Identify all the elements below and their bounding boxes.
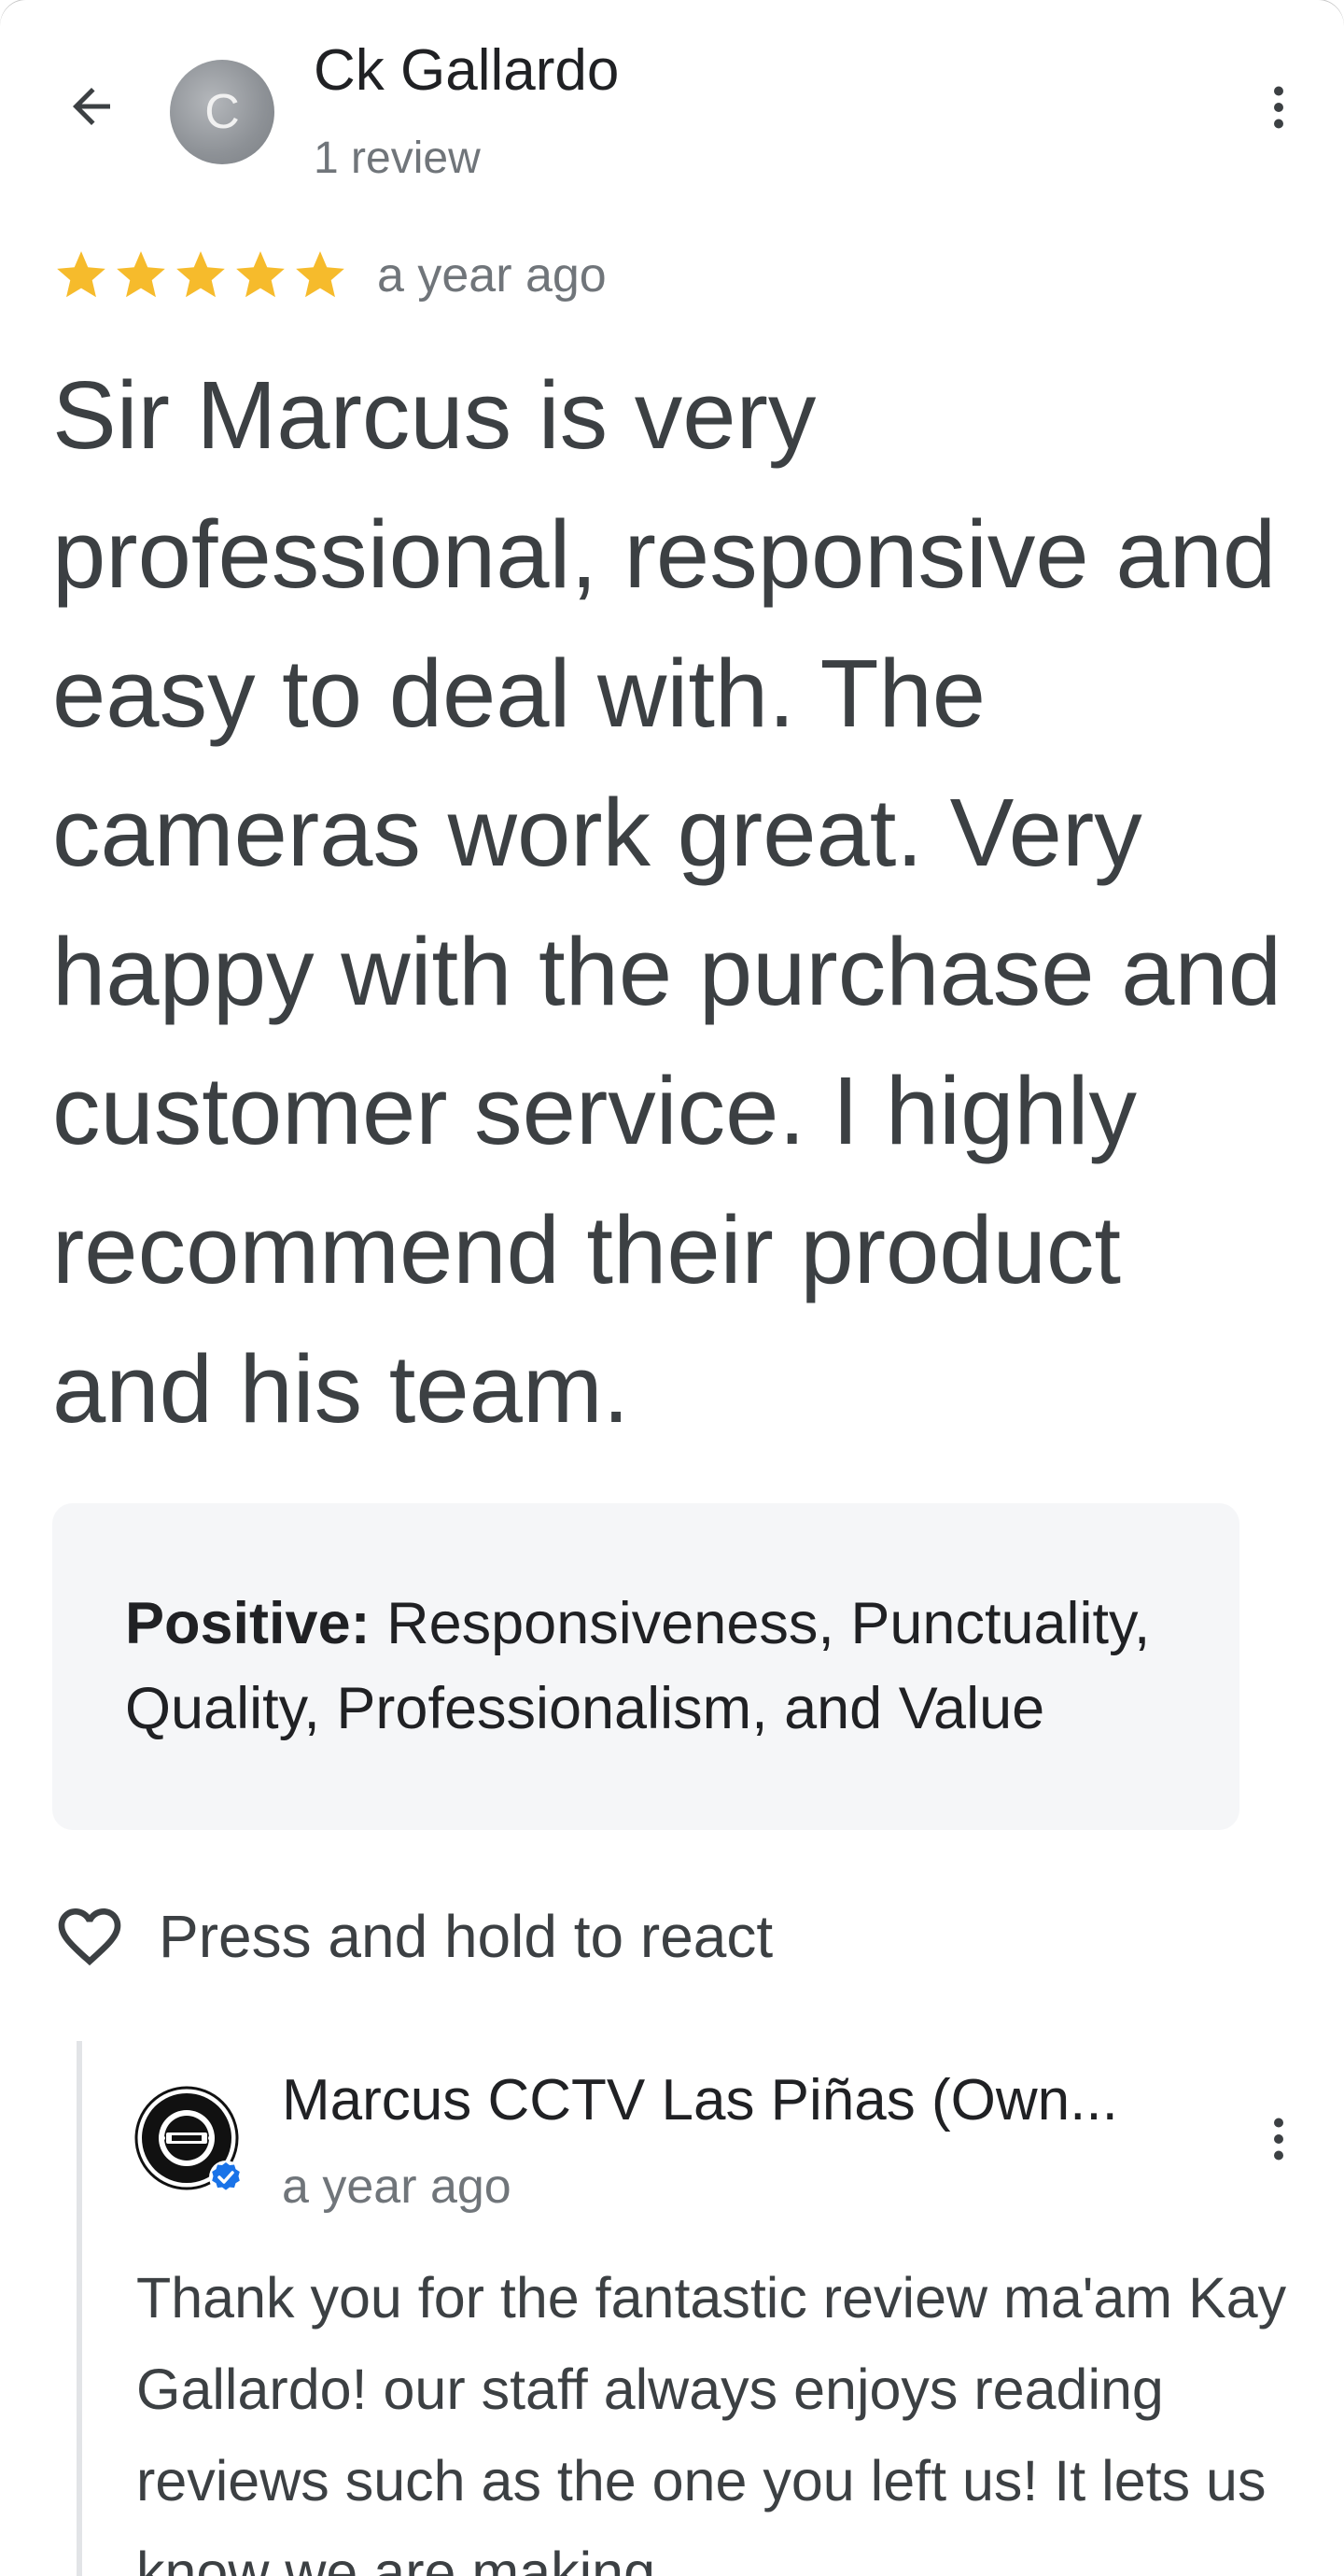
react-button[interactable]: Press and hold to react (52, 1899, 773, 1974)
more-vert-icon (1274, 86, 1283, 129)
reviewer-review-count: 1 review (314, 134, 481, 183)
owner-reply-text: Thank you for the fantastic review ma'am… (136, 2266, 1287, 2576)
rating-row: a year ago (52, 246, 607, 304)
back-button[interactable] (54, 73, 129, 140)
avatar-initial: C (204, 85, 240, 139)
star-icon (57, 251, 105, 298)
reviewer-name[interactable]: Ck Gallardo (314, 37, 619, 104)
more-options-button[interactable] (1241, 65, 1316, 149)
heart-outline-icon (58, 1908, 121, 1966)
review-text: Sir Marcus is very professional, respons… (52, 361, 1282, 1443)
star-icon (176, 251, 225, 298)
star-icon (296, 251, 344, 298)
review-time: a year ago (377, 248, 607, 303)
review-detail-sheet: C Ck Gallardo 1 review a year ago Sir Ma… (0, 0, 1344, 2576)
arrow-left-icon (73, 88, 110, 125)
attributes-label: Positive: (125, 1591, 371, 1656)
verified-badge-icon (209, 2161, 243, 2194)
owner-reply-more-button[interactable] (1241, 2097, 1316, 2181)
owner-name[interactable]: Marcus CCTV Las Piñas (Own... (282, 2067, 1118, 2133)
reviewer-avatar[interactable]: C (170, 60, 274, 164)
owner-reply-time: a year ago (282, 2160, 511, 2214)
star-icon (236, 251, 285, 298)
review-attributes-card: Positive: Responsiveness, Punctuality, Q… (52, 1503, 1239, 1830)
owner-avatar[interactable] (134, 2086, 246, 2198)
star-icon (117, 251, 165, 298)
star-rating (52, 246, 349, 304)
more-vert-icon (1274, 2118, 1283, 2161)
reply-indent-bar (77, 2041, 82, 2576)
react-label: Press and hold to react (159, 1903, 774, 1970)
owner-logo-icon (134, 2086, 243, 2194)
